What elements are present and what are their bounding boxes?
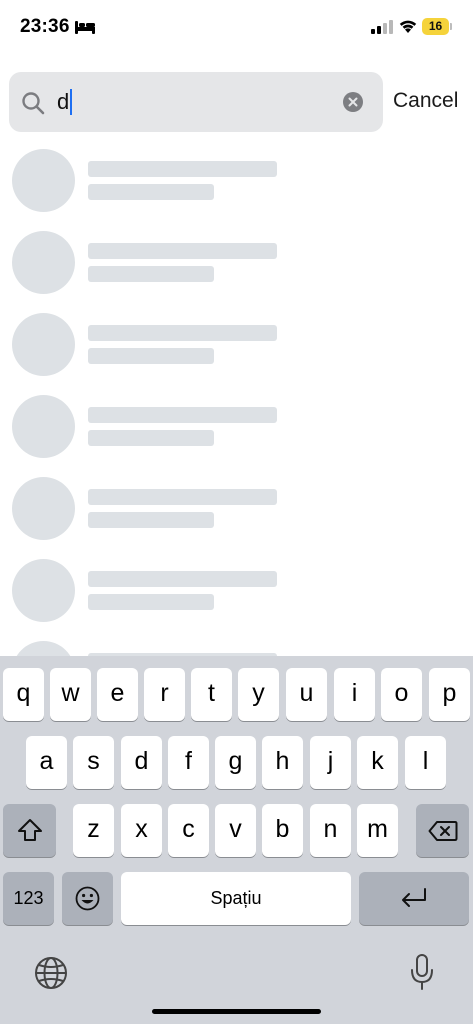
shift-key[interactable] xyxy=(3,804,56,857)
key-l[interactable]: l xyxy=(405,736,446,789)
skeleton-title-line xyxy=(88,243,277,259)
return-icon xyxy=(402,888,426,907)
key-r[interactable]: r xyxy=(144,668,185,721)
key-m[interactable]: m xyxy=(357,804,398,857)
close-icon xyxy=(348,97,358,107)
globe-icon[interactable] xyxy=(33,955,69,991)
skeleton-avatar xyxy=(12,231,75,294)
key-q[interactable]: q xyxy=(3,668,44,721)
battery-cap xyxy=(450,23,452,30)
wifi-icon xyxy=(399,20,417,33)
key-j[interactable]: j xyxy=(310,736,351,789)
key-t[interactable]: t xyxy=(191,668,232,721)
backspace-key[interactable] xyxy=(416,804,469,857)
skeleton-avatar xyxy=(12,149,75,212)
skeleton-title-line xyxy=(88,161,277,177)
key-v[interactable]: v xyxy=(215,804,256,857)
skeleton-avatar xyxy=(12,313,75,376)
key-b[interactable]: b xyxy=(262,804,303,857)
key-f[interactable]: f xyxy=(168,736,209,789)
skeleton-subtitle-line xyxy=(88,430,214,446)
key-d[interactable]: d xyxy=(121,736,162,789)
key-c[interactable]: c xyxy=(168,804,209,857)
status-bar: 23:36 16 xyxy=(0,0,473,56)
text-caret xyxy=(70,89,73,115)
skeleton-row xyxy=(12,477,282,541)
keyboard: q w e r t y u i o p a s d f g h j k l z … xyxy=(0,656,473,1024)
key-w[interactable]: w xyxy=(50,668,91,721)
key-k[interactable]: k xyxy=(357,736,398,789)
key-x[interactable]: x xyxy=(121,804,162,857)
skeleton-subtitle-line xyxy=(88,266,214,282)
search-input[interactable]: d xyxy=(9,72,383,132)
battery-level: 16 xyxy=(428,19,443,33)
backspace-icon xyxy=(428,821,458,841)
cancel-button[interactable]: Cancel xyxy=(393,89,458,113)
search-query-text: d xyxy=(57,89,73,115)
skeleton-subtitle-line xyxy=(88,512,214,528)
skeleton-subtitle-line xyxy=(88,184,214,200)
key-g[interactable]: g xyxy=(215,736,256,789)
key-i[interactable]: i xyxy=(334,668,375,721)
bed-icon xyxy=(75,21,95,34)
status-time: 23:36 xyxy=(20,16,70,37)
skeleton-avatar xyxy=(12,559,75,622)
key-h[interactable]: h xyxy=(262,736,303,789)
key-n[interactable]: n xyxy=(310,804,351,857)
key-a[interactable]: a xyxy=(26,736,67,789)
space-key[interactable]: Spațiu xyxy=(121,872,351,925)
key-p[interactable]: p xyxy=(429,668,470,721)
skeleton-row xyxy=(12,395,282,459)
skeleton-title-line xyxy=(88,489,277,505)
skeleton-avatar xyxy=(12,395,75,458)
key-y[interactable]: y xyxy=(238,668,279,721)
skeleton-subtitle-line xyxy=(88,594,214,610)
signal-icon xyxy=(371,20,393,34)
home-indicator xyxy=(152,1009,321,1014)
search-query: d xyxy=(57,89,70,114)
skeleton-title-line xyxy=(88,571,277,587)
key-z[interactable]: z xyxy=(73,804,114,857)
search-icon xyxy=(22,92,45,115)
clear-search-button[interactable] xyxy=(343,92,363,112)
battery-icon: 16 xyxy=(422,18,452,36)
skeleton-row xyxy=(12,313,282,377)
skeleton-row xyxy=(12,231,282,295)
skeleton-row xyxy=(12,559,282,623)
numbers-key[interactable]: 123 xyxy=(3,872,54,925)
shift-icon xyxy=(18,819,42,841)
key-o[interactable]: o xyxy=(381,668,422,721)
skeleton-subtitle-line xyxy=(88,348,214,364)
skeleton-row xyxy=(12,149,282,213)
key-s[interactable]: s xyxy=(73,736,114,789)
emoji-key[interactable] xyxy=(62,872,113,925)
key-u[interactable]: u xyxy=(286,668,327,721)
return-key[interactable] xyxy=(359,872,469,925)
skeleton-title-line xyxy=(88,325,277,341)
skeleton-title-line xyxy=(88,407,277,423)
emoji-icon xyxy=(75,886,100,911)
screen: 23:36 16 d Cancel q w e r t y u i o p a … xyxy=(0,0,473,1024)
microphone-icon[interactable] xyxy=(409,953,435,991)
key-e[interactable]: e xyxy=(97,668,138,721)
skeleton-avatar xyxy=(12,477,75,540)
